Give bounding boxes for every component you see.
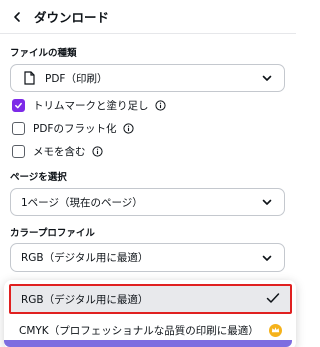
checkbox[interactable] [12, 144, 25, 158]
chevron-left-icon [14, 11, 20, 22]
info-icon[interactable] [122, 122, 134, 134]
document-icon [21, 70, 37, 86]
chevron-down-icon [260, 71, 274, 85]
color-profile-dropdown: RGB（デジタル用に最適） CMYK（プロフェッショナルな品質の印刷に最適） [4, 280, 296, 347]
option-include-notes[interactable]: メモを含む [12, 142, 104, 160]
checkbox[interactable] [12, 121, 25, 135]
color-profile-value: RGB（デジタル用に最適） [21, 252, 149, 264]
page-select-label: ページを選択 [10, 172, 67, 183]
chevron-down-icon [260, 251, 274, 265]
option-label: メモを含む [33, 145, 86, 158]
info-icon[interactable] [92, 145, 104, 157]
option-flatten-pdf[interactable]: PDFのフラット化 [12, 119, 134, 137]
color-profile-select[interactable]: RGB（デジタル用に最適） [10, 243, 285, 272]
page-select[interactable]: 1ページ（現在のページ） [10, 188, 285, 216]
dropdown-option-rgb[interactable]: RGB（デジタル用に最適） [9, 284, 292, 314]
chevron-down-icon [260, 195, 274, 209]
page-select-value: 1ページ（現在のページ） [21, 196, 143, 209]
premium-crown-icon [269, 323, 282, 337]
download-button-edge [4, 340, 292, 347]
checkmark-icon [266, 292, 280, 307]
option-label: RGB（デジタル用に最適） [21, 293, 149, 306]
option-label: CMYK（プロフェッショナルな品質の印刷に最適） [19, 324, 259, 337]
file-type-label: ファイルの種類 [10, 48, 77, 59]
checkbox-checked[interactable] [12, 98, 25, 112]
file-type-select[interactable]: PDF（印刷） [10, 64, 285, 92]
option-label: PDFのフラット化 [33, 122, 117, 135]
back-button[interactable] [0, 0, 34, 34]
color-profile-label: カラープロファイル [10, 228, 95, 239]
panel-header: ダウンロード [0, 0, 296, 34]
option-label: トリムマークと塗り足し [33, 99, 149, 112]
option-trim-marks[interactable]: トリムマークと塗り足し [12, 96, 167, 114]
info-icon[interactable] [155, 99, 167, 111]
page-title: ダウンロード [34, 10, 110, 25]
file-type-value: PDF（印刷） [45, 72, 108, 85]
